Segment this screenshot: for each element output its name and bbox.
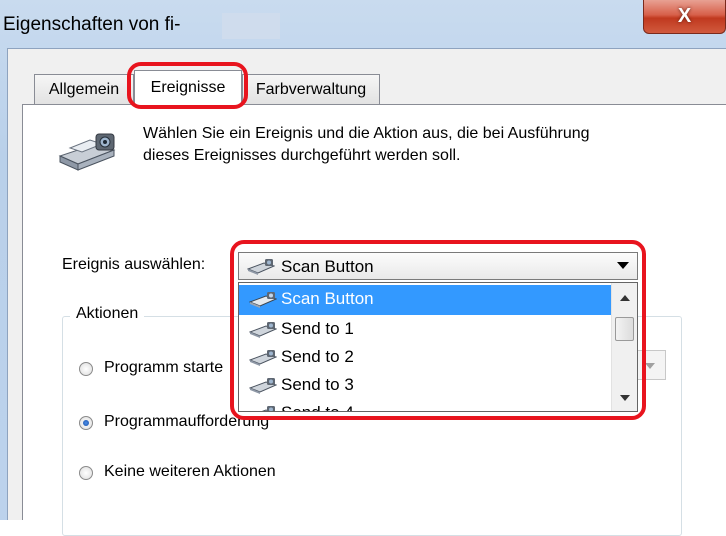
scroll-up-icon[interactable] <box>620 295 630 301</box>
description-line-2: dieses Ereignisses durchgeführt werden s… <box>143 147 461 164</box>
event-select-value: Scan Button <box>281 257 374 276</box>
description-line-1: Wählen Sie ein Ereignis und die Aktion a… <box>143 125 590 142</box>
radio-programm-starten[interactable] <box>79 362 93 376</box>
list-item-send-to-2[interactable]: Send to 2 <box>239 343 611 373</box>
description-text: Wählen Sie ein Ereignis und die Aktion a… <box>143 123 703 167</box>
list-item-send-to-3[interactable]: Send to 3 <box>239 371 611 401</box>
titlebar[interactable]: Eigenschaften von fi- X <box>0 0 726 48</box>
tab-ereignisse[interactable]: Ereignisse <box>134 70 242 105</box>
event-select-combobox[interactable]: Scan Button <box>238 252 638 280</box>
radio-keine-weiteren-aktionen[interactable] <box>79 466 93 480</box>
close-icon: X <box>677 5 692 27</box>
actions-group-title: Aktionen <box>70 305 145 323</box>
scanner-icon <box>249 378 277 394</box>
window-title: Eigenschaften von fi- <box>3 14 181 35</box>
close-button[interactable]: X <box>643 0 726 34</box>
tab-ereignisse-label: Ereignisse <box>150 79 226 96</box>
tab-farbverwaltung-label: Farbverwaltung <box>255 80 367 98</box>
scanner-icon <box>58 133 116 171</box>
tab-allgemein[interactable]: Allgemein <box>34 74 134 104</box>
scrollbar-thumb[interactable] <box>615 317 634 341</box>
scanner-icon <box>249 322 277 338</box>
dropdown-scrollbar[interactable] <box>611 283 637 411</box>
dropdown-arrow-icon <box>617 262 629 269</box>
list-item-label: Send to 1 <box>281 319 354 338</box>
list-item-send-to-1[interactable]: Send to 1 <box>239 315 611 345</box>
list-item-label: Send to 2 <box>281 347 354 366</box>
radio-programmaufforderung-label: Programmaufforderung <box>104 413 270 430</box>
event-dropdown-list[interactable]: Scan Button Send to 1 Send to 2 Send to … <box>238 282 638 412</box>
event-select-label: Ereignis auswählen: <box>62 256 206 273</box>
tab-farbverwaltung[interactable]: Farbverwaltung <box>242 74 380 104</box>
scanner-icon <box>247 259 275 275</box>
radio-keine-weiteren-aktionen-label: Keine weiteren Aktionen <box>104 463 276 480</box>
scanner-icon <box>261 406 275 411</box>
list-item-label: Send to 4 <box>281 403 354 411</box>
radio-programmaufforderung[interactable] <box>79 416 93 430</box>
radio-programm-starten-label: Programm starte <box>104 359 224 376</box>
list-item-scan-button[interactable]: Scan Button <box>239 285 611 315</box>
scanner-icon <box>249 350 277 366</box>
list-item-label: Send to 3 <box>281 375 354 394</box>
list-item-label: Scan Button <box>281 289 374 308</box>
scroll-down-icon[interactable] <box>620 395 630 401</box>
redacted-model-name <box>222 13 280 39</box>
tab-allgemein-label: Allgemein <box>48 80 120 98</box>
scanner-icon <box>249 292 277 308</box>
list-item-send-to-4[interactable]: Send to 4 <box>239 399 611 411</box>
